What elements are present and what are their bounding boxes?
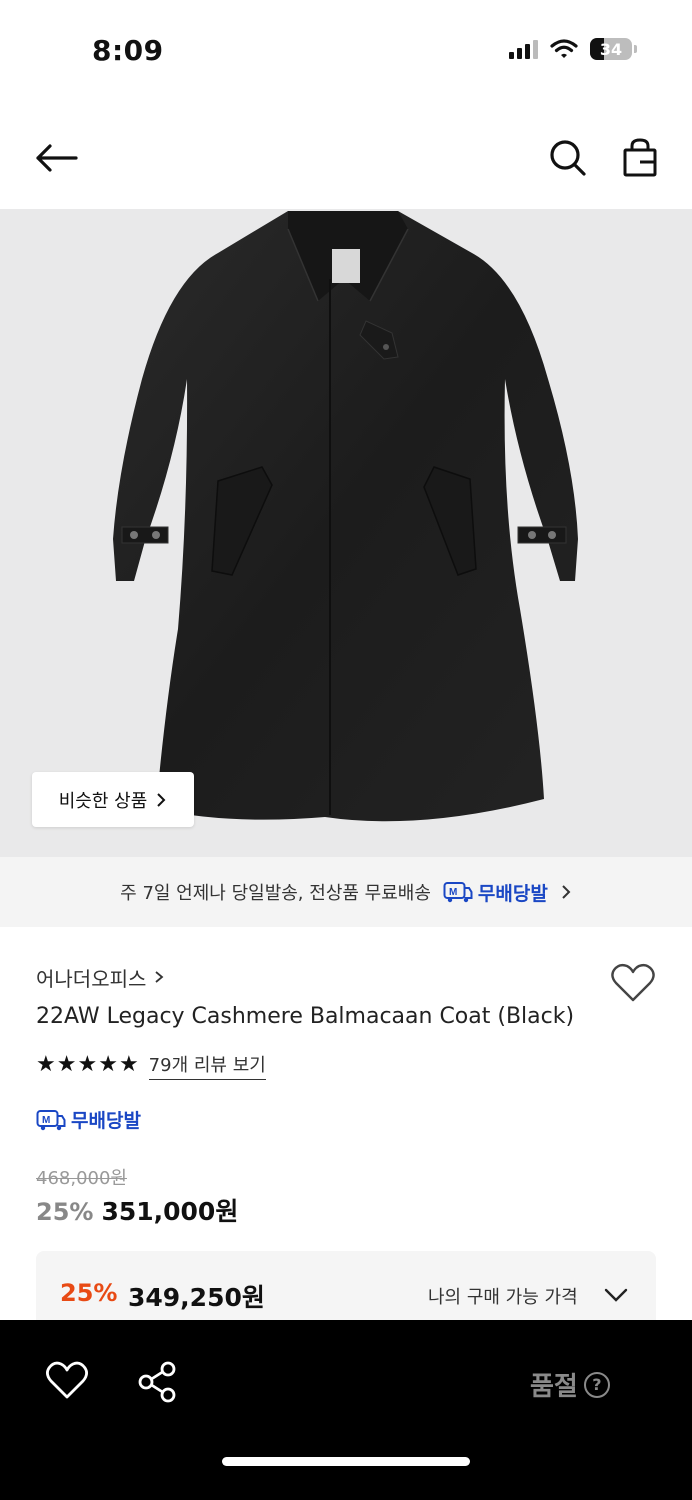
rating-stars-icon: ★ ★ ★ ★ ★: [36, 1052, 139, 1077]
bottom-action-bar: 품절 ?: [0, 1320, 692, 1500]
truck-m-icon: M: [443, 882, 473, 903]
back-button[interactable]: [30, 132, 82, 184]
free-delivery-badge-label: 무배당발: [477, 882, 548, 905]
free-delivery-badge-label: 무배당발: [71, 1110, 141, 1132]
delivery-banner[interactable]: 주 7일 언제나 당일발송, 전상품 무료배송 M 무배당발: [0, 857, 692, 927]
discount-rate: 25%: [36, 1198, 94, 1226]
chevron-right-icon: [157, 792, 166, 807]
home-indicator[interactable]: [222, 1457, 470, 1466]
similar-products-button[interactable]: 비슷한 상품: [32, 772, 194, 827]
product-info: 어나더오피스 22AW Legacy Cashmere Balmacaan Co…: [36, 960, 656, 1226]
status-bar: 8:09 34: [0, 0, 692, 100]
battery-level: 34: [599, 39, 623, 59]
share-icon[interactable]: [134, 1360, 180, 1404]
arrow-left-icon: [36, 144, 78, 172]
svg-text:M: M: [42, 1115, 50, 1126]
my-price-label: 나의 구매 가능 가격: [428, 1287, 578, 1308]
wishlist-heart-icon[interactable]: [610, 962, 656, 1004]
free-delivery-badge-row: M 무배당발: [36, 1106, 656, 1136]
sale-price: 351,000원: [101, 1197, 239, 1226]
brand-name: 어나더오피스: [36, 966, 147, 991]
my-price: 349,250원: [128, 1283, 265, 1312]
chevron-down-icon[interactable]: [602, 1281, 630, 1309]
search-button[interactable]: [542, 132, 594, 184]
help-icon[interactable]: ?: [583, 1371, 610, 1398]
svg-text:M: M: [449, 887, 457, 898]
search-icon: [550, 140, 586, 176]
battery-icon: 34: [590, 38, 637, 60]
product-image[interactable]: 비슷한 상품: [0, 209, 692, 857]
review-link[interactable]: 79개 리뷰 보기: [148, 1051, 266, 1080]
wifi-icon: [550, 39, 578, 58]
nav-bar: [0, 110, 692, 206]
delivery-banner-text: 주 7일 언제나 당일발송, 전상품 무료배송: [120, 883, 431, 904]
cart-button[interactable]: [614, 132, 666, 184]
sold-out-status: 품절 ?: [530, 1366, 610, 1403]
free-delivery-badge: M 무배당발: [36, 1106, 141, 1133]
status-icons: 34: [509, 38, 637, 60]
product-name: 22AW Legacy Cashmere Balmacaan Coat (Bla…: [36, 1004, 575, 1029]
cellular-signal-icon: [509, 39, 538, 59]
my-discount-rate: 25%: [60, 1279, 118, 1307]
coat-photo: [113, 211, 578, 822]
sold-out-label: 품절: [530, 1372, 578, 1402]
chevron-right-icon: [562, 885, 571, 899]
similar-products-label: 비슷한 상품: [58, 790, 148, 812]
rating-row: ★ ★ ★ ★ ★ 79개 리뷰 보기: [36, 1050, 656, 1080]
free-delivery-badge: M 무배당발: [443, 879, 548, 906]
price-row: 25% 351,000원: [36, 1192, 656, 1226]
shopping-bag-icon: [623, 138, 657, 177]
like-heart-icon[interactable]: [44, 1360, 90, 1402]
chevron-right-icon: [155, 971, 164, 983]
brand-link[interactable]: 어나더오피스: [36, 960, 656, 994]
truck-m-icon: M: [36, 1109, 66, 1130]
original-price: 468,000원: [36, 1168, 127, 1189]
status-time: 8:09: [92, 34, 164, 67]
